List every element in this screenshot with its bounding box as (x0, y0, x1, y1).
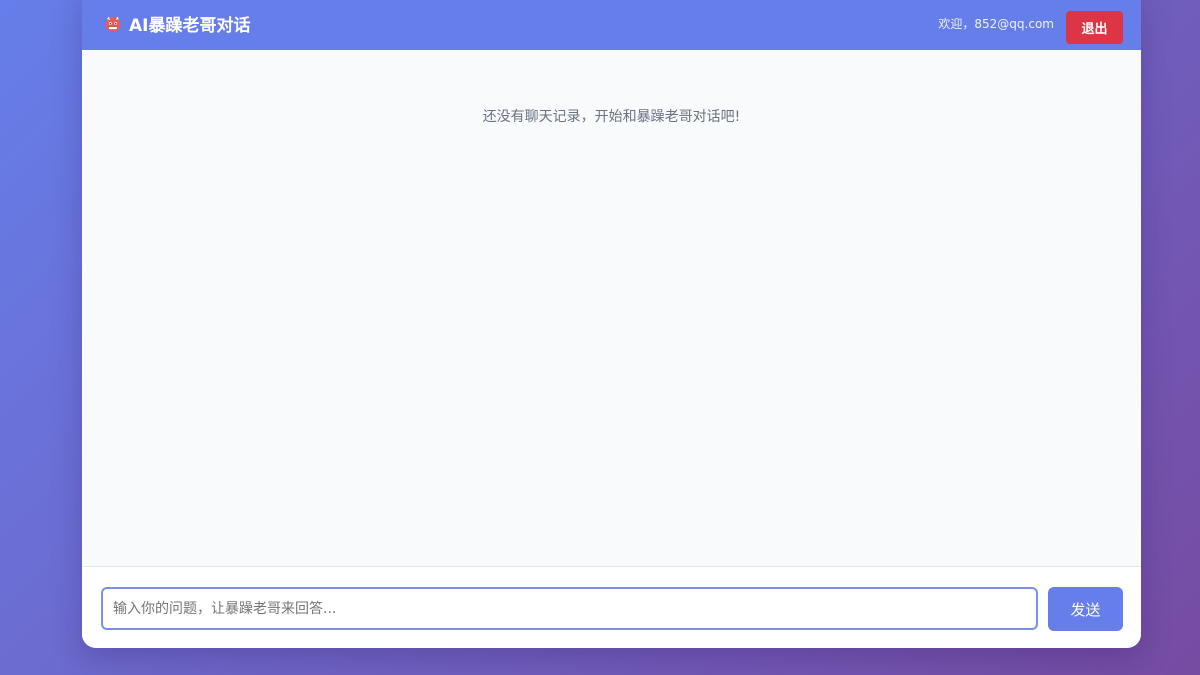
message-list: 还没有聊天记录，开始和暴躁老哥对话吧! (82, 50, 1141, 567)
brand: AI暴躁老哥对话 (104, 11, 250, 36)
ogre-face-icon (104, 15, 122, 33)
composer-bar: 发送 (82, 566, 1141, 648)
chat-window: AI暴躁老哥对话 欢迎，852@qq.com 退出 还没有聊天记录，开始和暴躁老… (82, 0, 1141, 648)
header-user-area: 欢迎，852@qq.com 退出 (938, 11, 1123, 44)
logout-button[interactable]: 退出 (1066, 11, 1123, 44)
send-button[interactable]: 发送 (1048, 587, 1123, 631)
app-header: AI暴躁老哥对话 欢迎，852@qq.com 退出 (82, 0, 1141, 50)
welcome-text: 欢迎，852@qq.com (938, 17, 1054, 31)
message-input[interactable] (101, 587, 1038, 630)
app-title: AI暴躁老哥对话 (129, 16, 251, 36)
empty-chat-hint: 还没有聊天记录，开始和暴躁老哥对话吧! (482, 109, 741, 125)
